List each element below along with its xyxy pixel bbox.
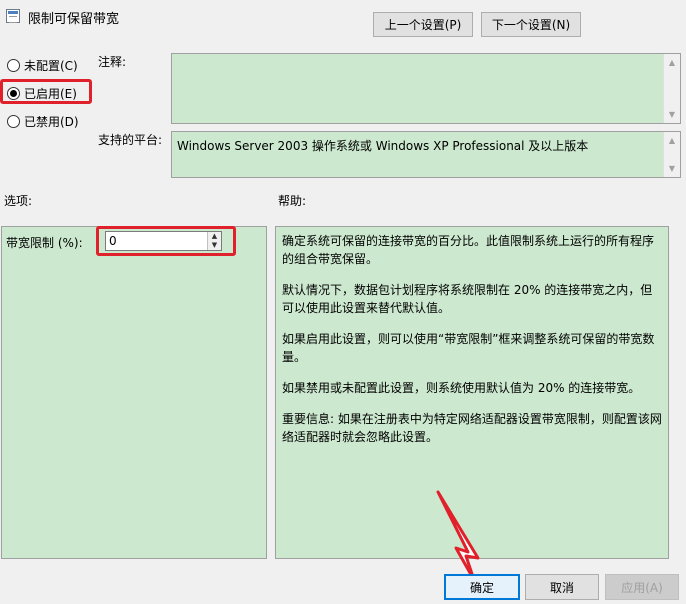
help-paragraph: 如果启用此设置，则可以使用“带宽限制”框来调整系统可保留的带宽数量。 bbox=[282, 332, 655, 364]
highlight-enabled-box bbox=[0, 79, 92, 104]
radio-not-configured[interactable]: 未配置(C) bbox=[7, 57, 78, 74]
window-title: 限制可保留带宽 bbox=[28, 12, 120, 27]
scroll-down-icon[interactable]: ▼ bbox=[664, 106, 680, 123]
scroll-up-icon[interactable]: ▲ bbox=[664, 132, 680, 149]
highlight-bandwidth-box bbox=[96, 226, 236, 256]
radio-disabled[interactable]: 已禁用(D) bbox=[7, 113, 79, 130]
apply-button[interactable]: 应用(A) bbox=[605, 574, 679, 600]
previous-setting-button[interactable]: 上一个设置(P) bbox=[373, 12, 473, 37]
radio-label: 未配置(C) bbox=[24, 59, 78, 73]
platform-scrollbar[interactable]: ▲ ▼ bbox=[663, 132, 680, 177]
policy-icon bbox=[6, 9, 20, 23]
help-paragraph: 确定系统可保留的连接带宽的百分比。此值限制系统上运行的所有程序的组合带宽保留。 bbox=[282, 234, 655, 266]
radio-circle bbox=[7, 115, 20, 128]
red-arrow-annotation bbox=[436, 490, 480, 582]
options-panel bbox=[1, 226, 267, 559]
help-label: 帮助: bbox=[278, 194, 307, 208]
help-paragraph: 如果禁用或未配置此设置，则系统使用默认值为 20% 的连接带宽。 bbox=[282, 381, 641, 395]
bandwidth-limit-label: 带宽限制 (%): bbox=[6, 236, 83, 250]
radio-circle bbox=[7, 59, 20, 72]
platform-box: Windows Server 2003 操作系统或 Windows XP Pro… bbox=[171, 131, 681, 178]
scroll-up-icon[interactable]: ▲ bbox=[664, 54, 680, 71]
scroll-down-icon[interactable]: ▼ bbox=[664, 160, 680, 177]
help-paragraph: 重要信息: 如果在注册表中为特定网络适配器设置带宽限制，则配置该网络适配器时就会… bbox=[282, 412, 662, 444]
radio-label: 已禁用(D) bbox=[24, 115, 79, 129]
cancel-button[interactable]: 取消 bbox=[525, 574, 599, 600]
comment-label: 注释: bbox=[98, 55, 127, 69]
options-label: 选项: bbox=[4, 194, 33, 208]
platform-text: Windows Server 2003 操作系统或 Windows XP Pro… bbox=[177, 139, 589, 153]
next-setting-button[interactable]: 下一个设置(N) bbox=[481, 12, 581, 37]
comment-scrollbar[interactable]: ▲ ▼ bbox=[663, 54, 680, 123]
platform-label: 支持的平台: bbox=[98, 133, 163, 147]
comment-textarea[interactable]: ▲ ▼ bbox=[171, 53, 681, 124]
help-paragraph: 默认情况下，数据包计划程序将系统限制在 20% 的连接带宽之内，但可以使用此设置… bbox=[282, 283, 653, 315]
ok-button[interactable]: 确定 bbox=[444, 574, 520, 600]
